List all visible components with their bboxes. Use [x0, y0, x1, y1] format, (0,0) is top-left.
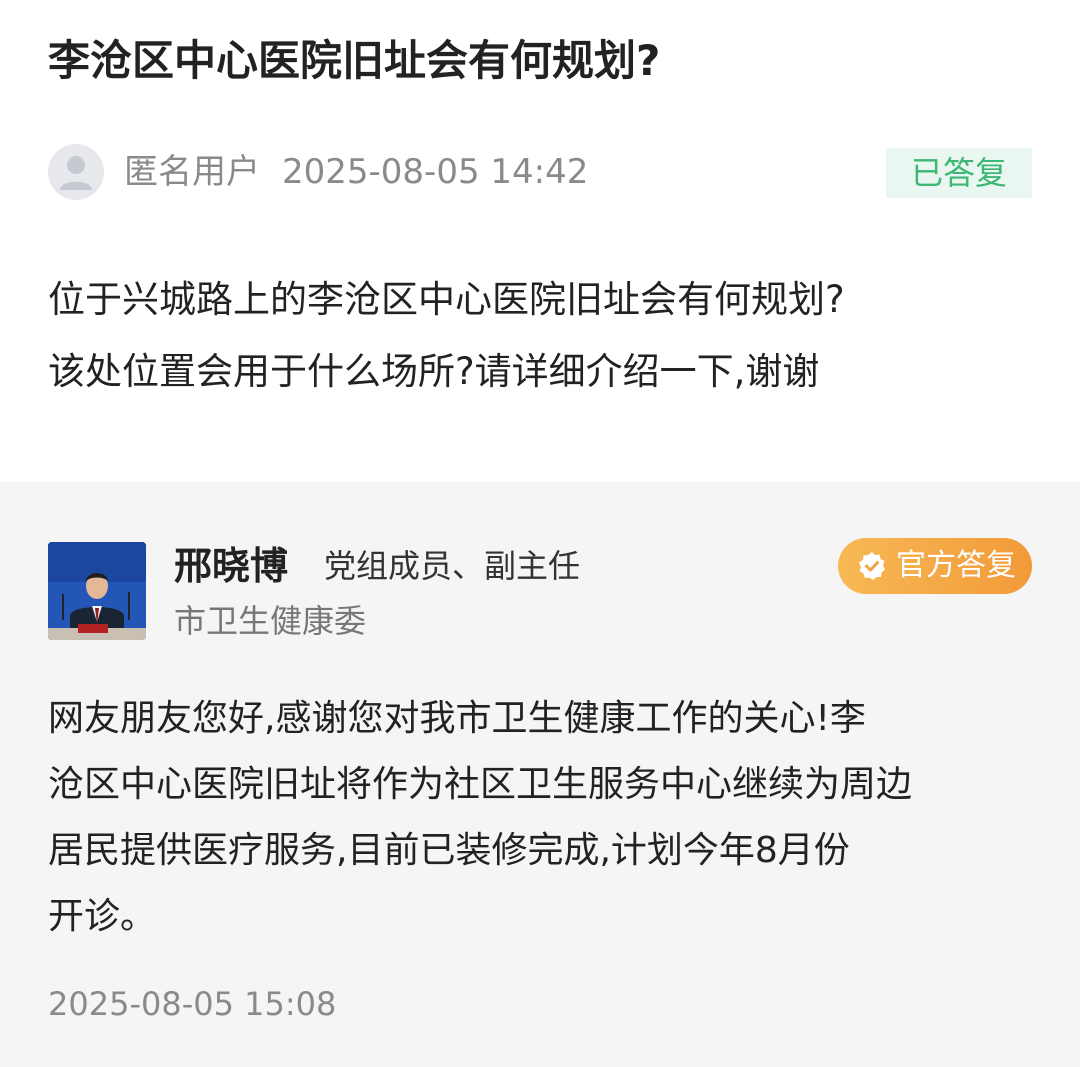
question-body-line: 该处位置会用于什么场所?请详细介绍一下,谢谢 — [48, 350, 820, 393]
verified-check-icon — [859, 552, 885, 580]
answer-timestamp: 2025-08-05 15:08 — [48, 985, 337, 1023]
answer-body-line: 网友朋友您好,感谢您对我市卫生健康工作的关心!李 — [48, 698, 866, 739]
question-title: 李沧区中心医院旧址会有何规划? — [48, 36, 661, 85]
answer-body-line: 开诊。 — [48, 896, 157, 937]
page: 李沧区中心医院旧址会有何规划? 匿名用户 2025-08-05 14:42 已答… — [0, 0, 1080, 1067]
question-timestamp: 2025-08-05 14:42 — [282, 152, 589, 192]
question-body-line: 位于兴城路上的李沧区中心医院旧址会有何规划? — [48, 278, 845, 321]
question-body: 位于兴城路上的李沧区中心医院旧址会有何规划? 该处位置会用于什么场所?请详细介绍… — [48, 264, 1038, 408]
answer-body-line: 沧区中心医院旧址将作为社区卫生服务中心继续为周边 — [48, 764, 913, 805]
answer-section: 邢晓博 党组成员、副主任 市卫生健康委 官方答复 网友朋友您好,感谢您对我市卫生… — [0, 482, 1080, 1067]
question-author: 匿名用户 — [124, 152, 260, 192]
responder-department: 市卫生健康委 — [174, 602, 367, 640]
answer-body: 网友朋友您好,感谢您对我市卫生健康工作的关心!李 沧区中心医院旧址将作为社区卫生… — [48, 686, 1038, 950]
responder-role: 党组成员、副主任 — [324, 547, 581, 585]
official-badge-label: 官方答复 — [896, 548, 1016, 583]
answer-body-line: 居民提供医疗服务,目前已装修完成,计划今年8月份 — [48, 830, 850, 871]
anonymous-avatar-icon — [48, 144, 104, 200]
question-meta: 匿名用户 2025-08-05 14:42 已答复 — [48, 144, 1032, 200]
responder-name: 邢晓博 — [174, 544, 289, 588]
responder-avatar[interactable] — [48, 542, 146, 640]
question-section: 李沧区中心医院旧址会有何规划? 匿名用户 2025-08-05 14:42 已答… — [0, 0, 1080, 482]
status-badge: 已答复 — [886, 148, 1032, 198]
official-reply-badge: 官方答复 — [838, 538, 1032, 594]
